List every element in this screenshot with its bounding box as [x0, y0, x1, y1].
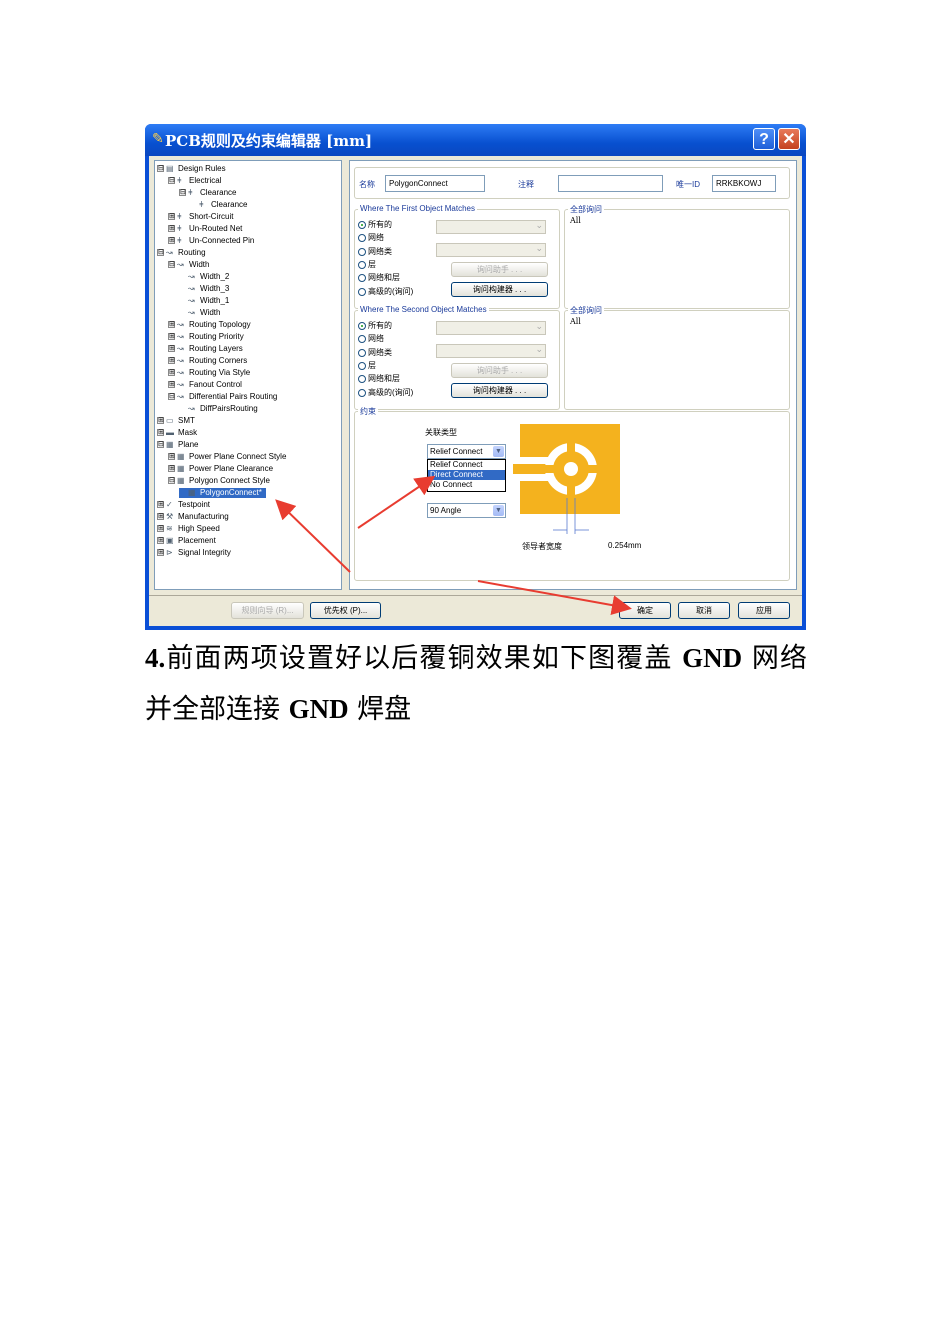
arrow-to-tree-item — [275, 499, 351, 573]
caption-text-3: 焊盘 — [348, 694, 412, 725]
annotation-arrows — [275, 475, 632, 616]
step-number: 4. — [145, 643, 166, 673]
arrow-to-direct-connect — [357, 475, 436, 529]
gnd-2: GND — [288, 694, 349, 724]
caption-paragraph: 4.前面两项设置好以后覆铜效果如下图覆盖 GND 网络并全部连接 GND 焊盘 — [145, 633, 807, 735]
caption-text-1: 前面两项设置好以后覆铜效果如下图覆盖 — [165, 643, 683, 674]
arrow-to-ok-button — [477, 580, 632, 616]
gnd-1: GND — [682, 643, 743, 673]
